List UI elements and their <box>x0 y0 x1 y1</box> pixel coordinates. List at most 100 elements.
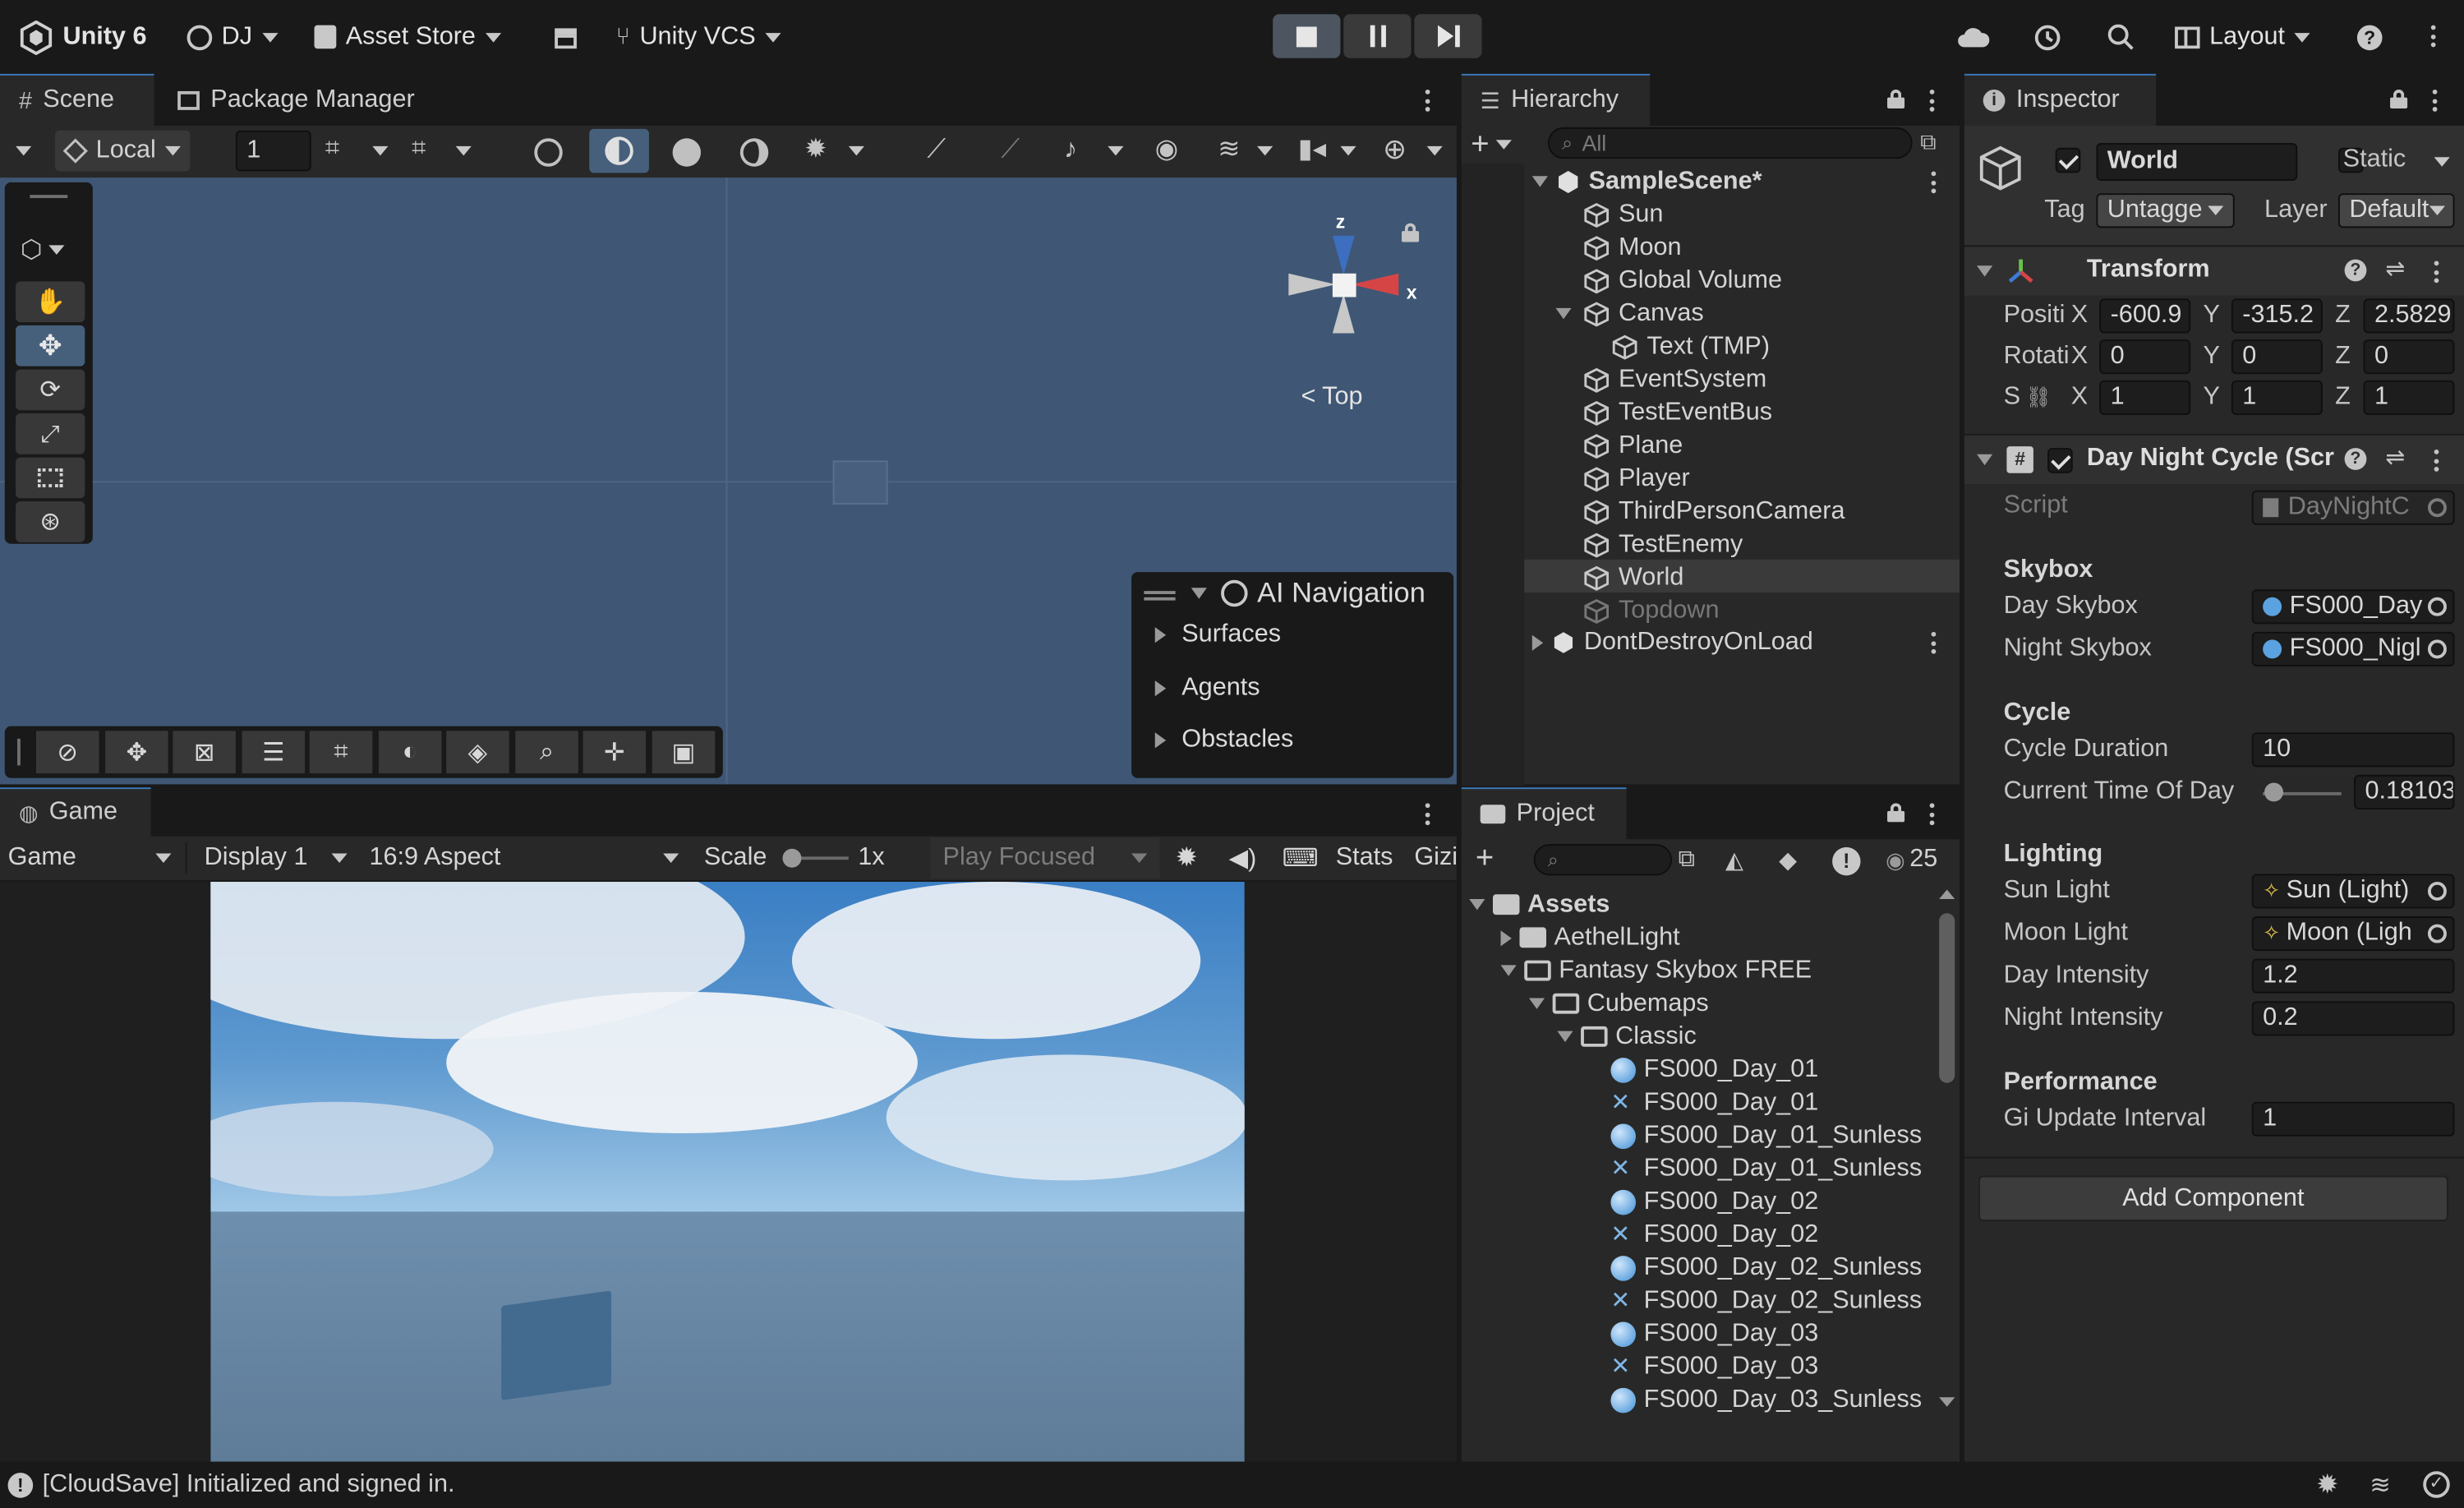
daynight-header[interactable]: # Day Night Cycle (Scr ? ⇌ <box>1964 433 2464 485</box>
shaded-wireframe-button[interactable] <box>589 128 649 173</box>
debug-draw-mode-icon[interactable]: ✹ <box>804 134 827 165</box>
chevron-down-icon[interactable] <box>1257 145 1273 156</box>
visibility-toggle-icon[interactable]: ◉ <box>1155 134 1178 165</box>
tab-hierarchy[interactable]: ☰ Hierarchy <box>1461 73 1651 127</box>
asset-row[interactable]: FS000_Day_01_Sunless <box>1610 1119 1922 1152</box>
layer-dropdown[interactable]: Default <box>2337 193 2455 228</box>
splitter[interactable] <box>1960 73 1964 1462</box>
rotate-tool-button[interactable]: ⟳ <box>16 369 85 411</box>
history-button[interactable] <box>2033 16 2061 58</box>
asset-row[interactable]: ✕ FS000_Day_01_Sunless <box>1610 1152 1922 1185</box>
sun-light-field[interactable]: ✧ Sun (Light) <box>2251 874 2455 909</box>
debug-off-icon[interactable]: ✹ <box>2316 1469 2338 1501</box>
scene-menu-icon[interactable] <box>1425 90 1432 112</box>
asset-row[interactable]: FS000_Day_01 <box>1610 1053 1818 1086</box>
inspector-menu-icon[interactable] <box>2432 90 2439 112</box>
search-scope-icon[interactable]: ⧉ <box>1679 846 1696 873</box>
help-icon[interactable]: ? <box>2344 448 2367 470</box>
transform-tool-button[interactable]: ⊛ <box>16 501 85 542</box>
orientation-gizmo[interactable]: z x <box>1281 210 1417 362</box>
filter-type-icon[interactable]: ◭ <box>1725 846 1743 874</box>
ai-nav-tool-button[interactable]: ⊘ <box>35 731 99 773</box>
create-dropdown[interactable]: + <box>1471 129 1512 160</box>
lock-icon[interactable] <box>2390 90 2408 108</box>
asset-row[interactable]: FS000_Day_03_Sunless <box>1610 1383 1922 1416</box>
lock-icon[interactable] <box>1887 90 1905 108</box>
asset-row[interactable]: FS000_Day_02 <box>1610 1185 1818 1218</box>
lighting-toggle-icon[interactable]: ⟋ <box>1001 134 1020 165</box>
label-icon[interactable]: ◆ <box>1779 846 1797 874</box>
debug-icon[interactable]: ✹ <box>1176 837 1198 879</box>
position-z-input[interactable]: 2.5829 <box>2363 298 2455 334</box>
hierarchy-item[interactable]: EventSystem <box>1462 363 1960 396</box>
warning-icon[interactable]: ! <box>1832 846 1861 876</box>
chevron-down-icon[interactable] <box>372 145 389 156</box>
scale-tool-button[interactable]: ⤢ <box>16 413 85 454</box>
dontdestroy-row[interactable]: ⬢ DontDestroyOnLoad <box>1462 625 1960 658</box>
rotation-x-input[interactable]: 0 <box>2099 339 2191 375</box>
shaded-icon[interactable] <box>672 138 702 167</box>
axis-y-label[interactable]: Y <box>2203 302 2219 330</box>
hierarchy-item[interactable]: TestEnemy <box>1462 528 1960 561</box>
move-tool-button[interactable]: ✥ <box>105 731 168 773</box>
chevron-down-icon[interactable] <box>2434 157 2450 167</box>
lock-icon[interactable] <box>1887 803 1905 823</box>
help-icon[interactable]: ? <box>2344 259 2367 282</box>
gizmos-icon[interactable]: ⊕ <box>1383 134 1407 167</box>
hierarchy-search-input[interactable]: ⌕ All <box>1547 127 1913 159</box>
tab-package-manager[interactable]: Package Manager <box>159 74 433 126</box>
hierarchy-item[interactable]: Global Volume <box>1462 264 1960 297</box>
chevron-down-icon[interactable] <box>1108 145 1124 156</box>
display-dropdown[interactable]: Display 1 <box>205 837 354 879</box>
plus-icon[interactable]: + <box>1476 841 1494 877</box>
aspect-dropdown[interactable]: 16:9 Aspect <box>369 837 684 879</box>
scale-y-input[interactable]: 1 <box>2231 380 2323 415</box>
view-label[interactable]: < Top <box>1301 384 1363 412</box>
collapse-icon[interactable] <box>1977 454 1993 466</box>
tab-scene[interactable]: # Scene <box>0 73 154 127</box>
grid-tool-button[interactable]: ⌗ <box>309 731 373 773</box>
chevron-down-icon[interactable] <box>16 145 32 156</box>
account-dropdown[interactable]: DJ <box>187 16 278 58</box>
asset-row[interactable]: ✕ FS000_Day_03 <box>1610 1350 1818 1383</box>
search-options-icon[interactable]: ⧉ <box>1920 129 1936 156</box>
play-stop-button[interactable] <box>1273 14 1341 58</box>
nav-item-surfaces[interactable]: Surfaces <box>1154 620 1281 648</box>
grid-snap-input[interactable]: 1 <box>235 130 311 172</box>
object-picker-icon[interactable] <box>2427 924 2447 943</box>
hierarchy-item[interactable]: TestEventBus <box>1462 396 1960 429</box>
collapse-icon[interactable] <box>1500 965 1517 976</box>
transform-header[interactable]: Transform ? ⇌ <box>1964 245 2464 296</box>
hierarchy-item[interactable]: Sun <box>1462 198 1960 231</box>
axis-y-label[interactable]: Y <box>2203 384 2219 412</box>
chevron-down-icon[interactable] <box>1426 145 1443 156</box>
search-tool-button[interactable]: ⌕ <box>515 731 578 773</box>
tag-dropdown[interactable]: Untagge <box>2096 193 2235 228</box>
nav-item-obstacles[interactable]: Obstacles <box>1154 726 1293 754</box>
package-button[interactable] <box>553 16 578 58</box>
pivot-tool-button[interactable]: ✛ <box>583 731 647 773</box>
scroll-thumb[interactable] <box>1939 913 1955 1083</box>
asset-row[interactable]: ✕ FS000_Day_01 <box>1610 1086 1818 1119</box>
hierarchy-item[interactable]: Plane <box>1462 429 1960 462</box>
check-status-icon[interactable]: ✓ <box>2423 1471 2450 1498</box>
hand-tool-button[interactable]: ✋ <box>16 281 85 323</box>
preset-icon[interactable]: ⇌ <box>2385 443 2405 472</box>
stats-button[interactable]: Stats <box>1336 837 1393 879</box>
axis-x-label[interactable]: X <box>2071 302 2088 330</box>
tool-context-dropdown[interactable]: ⬡ <box>21 234 65 265</box>
component-menu-icon[interactable] <box>2434 261 2441 284</box>
component-menu-icon[interactable] <box>2434 450 2441 472</box>
axis-z-label[interactable]: Z <box>2335 384 2351 412</box>
hidden-packages-toggle[interactable]: ◉ 25 <box>1886 846 1937 874</box>
tab-game[interactable]: ◍ Game <box>0 787 151 837</box>
collapse-icon[interactable] <box>1555 307 1572 320</box>
hierarchy-item[interactable]: Text (TMP) <box>1462 330 1960 363</box>
game-menu-icon[interactable] <box>1425 803 1432 826</box>
slider-thumb[interactable] <box>782 848 802 868</box>
asset-row[interactable]: ✕ FS000_Day_02 <box>1610 1218 1818 1251</box>
axis-z-label[interactable]: Z <box>2335 343 2351 371</box>
move-tool-button[interactable]: ✥ <box>16 325 85 367</box>
unity-menu[interactable]: Unity 6 <box>19 16 147 58</box>
scale-z-input[interactable]: 1 <box>2363 380 2455 415</box>
